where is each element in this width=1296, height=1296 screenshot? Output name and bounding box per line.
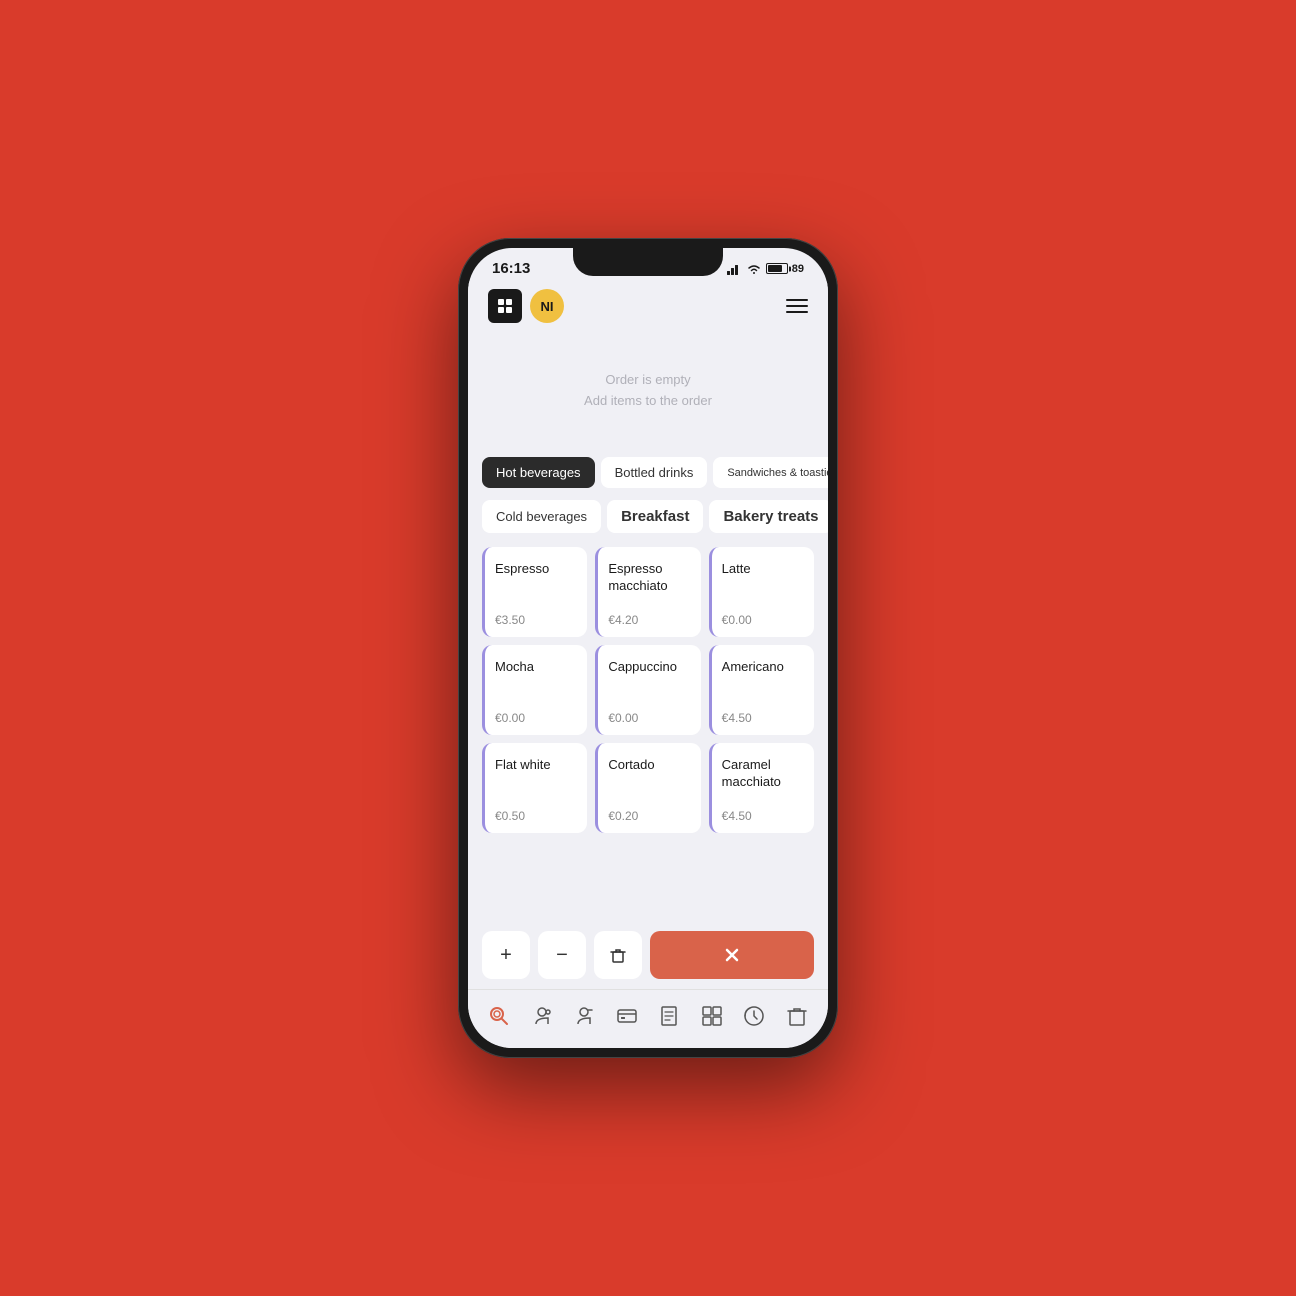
order-empty-line1: Order is empty (605, 370, 690, 391)
product-card-cortado[interactable]: Cortado €0.20 (595, 743, 700, 833)
add-button[interactable]: + (482, 931, 530, 979)
product-card-flat-white[interactable]: Flat white €0.50 (482, 743, 587, 833)
close-icon (722, 945, 742, 965)
phone-screen: 16:13 89 (468, 248, 828, 1048)
product-name: Espresso (495, 561, 577, 578)
action-bar: + − (468, 921, 828, 989)
hamburger-menu-button[interactable] (786, 299, 808, 313)
user-avatar[interactable]: NI (530, 289, 564, 323)
order-empty-state: Order is empty Add items to the order (468, 331, 828, 451)
product-name: Americano (722, 659, 804, 676)
product-name: Latte (722, 561, 804, 578)
product-name: Mocha (495, 659, 577, 676)
category-sandwiches[interactable]: Sandwiches & toasties (713, 457, 828, 488)
category-row-2: Cold beverages Breakfast Bakery treats S… (468, 494, 828, 539)
products-grid: Espresso €3.50 Espresso macchiato €4.20 … (482, 547, 814, 833)
categories-section: Hot beverages Bottled drinks Sandwiches … (468, 451, 828, 539)
nav-history[interactable] (736, 998, 772, 1034)
nav-search[interactable] (481, 998, 517, 1034)
nav-inventory[interactable] (694, 998, 730, 1034)
status-time: 16:13 (492, 260, 530, 277)
product-price: €4.20 (608, 613, 690, 627)
category-bottled-drinks[interactable]: Bottled drinks (601, 457, 708, 488)
product-card-cappuccino[interactable]: Cappuccino €0.00 (595, 645, 700, 735)
app-header: NI (468, 281, 828, 331)
battery-icon (766, 263, 788, 274)
nav-card[interactable] (609, 998, 645, 1034)
product-name: Cappuccino (608, 659, 690, 676)
category-hot-beverages[interactable]: Hot beverages (482, 457, 595, 488)
product-price: €4.50 (722, 809, 804, 823)
product-name: Cortado (608, 757, 690, 774)
category-cold-beverages[interactable]: Cold beverages (482, 500, 601, 533)
nav-delivery[interactable] (566, 998, 602, 1034)
product-card-espresso-macchiato[interactable]: Espresso macchiato €4.20 (595, 547, 700, 637)
app-logo (488, 289, 522, 323)
delete-button[interactable] (594, 931, 642, 979)
product-price: €4.50 (722, 711, 804, 725)
product-price: €0.00 (608, 711, 690, 725)
product-price: €0.20 (608, 809, 690, 823)
subtract-button[interactable]: − (538, 931, 586, 979)
category-bakery-treats[interactable]: Bakery treats (709, 500, 828, 533)
product-price: €0.00 (722, 613, 804, 627)
phone-frame: 16:13 89 (458, 238, 838, 1058)
product-name: Caramel macchiato (722, 757, 804, 791)
product-card-americano[interactable]: Americano €4.50 (709, 645, 814, 735)
nav-receipt[interactable] (651, 998, 687, 1034)
nav-order[interactable] (524, 998, 560, 1034)
status-icons: 89 (727, 263, 804, 275)
trash-icon (608, 945, 628, 965)
product-name: Espresso macchiato (608, 561, 690, 595)
header-left: NI (488, 289, 564, 323)
phone-notch (573, 248, 723, 276)
signal-icon (727, 263, 742, 275)
bottom-nav (468, 989, 828, 1048)
category-breakfast[interactable]: Breakfast (607, 500, 703, 533)
category-row-1: Hot beverages Bottled drinks Sandwiches … (468, 451, 828, 494)
nav-trash[interactable] (779, 998, 815, 1034)
cancel-button[interactable] (650, 931, 814, 979)
product-name: Flat white (495, 757, 577, 774)
product-card-mocha[interactable]: Mocha €0.00 (482, 645, 587, 735)
product-price: €0.50 (495, 809, 577, 823)
product-card-latte[interactable]: Latte €0.00 (709, 547, 814, 637)
product-card-espresso[interactable]: Espresso €3.50 (482, 547, 587, 637)
products-area: Espresso €3.50 Espresso macchiato €4.20 … (468, 539, 828, 921)
battery-percent: 89 (792, 263, 804, 275)
product-price: €3.50 (495, 613, 577, 627)
order-empty-line2: Add items to the order (584, 391, 712, 412)
product-card-caramel-macchiato[interactable]: Caramel macchiato €4.50 (709, 743, 814, 833)
product-price: €0.00 (495, 711, 577, 725)
wifi-icon (746, 263, 762, 275)
